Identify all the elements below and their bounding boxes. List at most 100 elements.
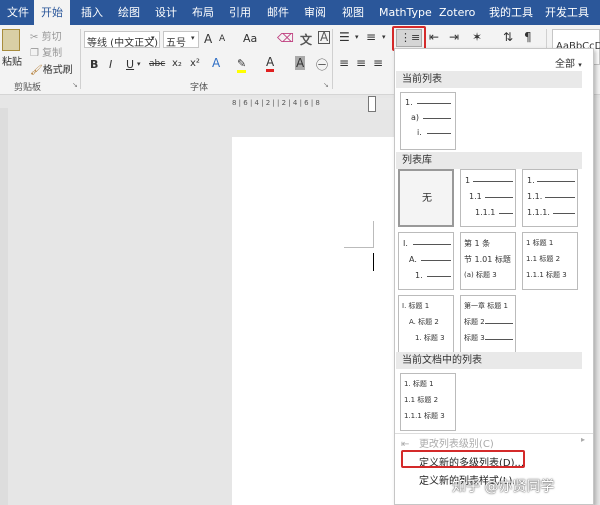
numbering-icon[interactable]: ≡ [366,30,376,44]
underline-button[interactable]: U [126,58,134,71]
paste-button[interactable]: 粘贴 [2,53,22,68]
current-list-item[interactable]: 1. a) i. [400,92,456,150]
clipboard-launcher-icon[interactable]: ↘ [72,81,78,89]
sort-icon[interactable]: ⇅ [503,30,513,44]
list-library-item-1[interactable]: 1 1.1 1.1.1 [460,169,516,227]
scissors-icon: ✂ [30,32,39,43]
watermark: 知乎 @亦贤同学 [452,479,555,495]
increase-indent-icon[interactable]: ⇥ [449,30,459,44]
superscript-button[interactable]: x² [190,58,200,69]
list-line [485,339,513,340]
chevron-down-icon[interactable]: ▾ [382,33,386,41]
indent-marker[interactable] [368,96,376,112]
tab-file[interactable]: 文件 [2,0,34,25]
list-level-label: a) [411,113,420,122]
text-effects-icon[interactable]: A [212,56,220,70]
grow-font-button[interactable]: A [204,32,212,46]
bold-button[interactable]: B [90,58,98,71]
document-list-item[interactable]: 1. 标题 1 1.1 标题 2 1.1.1 标题 3 [400,373,456,431]
vertical-ruler[interactable] [0,108,8,505]
tab-zotero[interactable]: Zotero [434,0,480,25]
font-launcher-icon[interactable]: ↘ [323,81,329,89]
font-color-button[interactable]: A [266,56,275,72]
list-library-item-2[interactable]: 1. 1.1. 1.1.1. [522,169,578,227]
highlight-icon[interactable]: ✎ [237,57,247,73]
format-painter-button[interactable]: 🖌格式刷 [30,61,73,76]
tab-my-tools[interactable]: 我的工具 [484,0,538,25]
list-line [427,133,451,134]
enclose-char-icon[interactable]: ㊀ [316,56,328,73]
char-shading-icon[interactable]: A [295,56,306,70]
tab-review[interactable]: 审阅 [299,0,331,25]
change-case-button[interactable]: Aa [243,32,257,45]
list-level-label: 节 1.01 标题 [464,255,511,264]
list-line [485,323,513,324]
list-level-label: 标题 3 [464,334,485,342]
list-level-label: 1 [465,176,471,185]
list-level-label: 1.1 标题 2 [404,396,439,404]
cut-button[interactable]: ✂ 剪切 [30,28,62,43]
shrink-font-button[interactable]: A [219,34,225,44]
list-library-item-3[interactable]: I. A. 1. [398,232,454,290]
char-border-icon[interactable]: A [318,31,331,44]
chinese-layout-icon[interactable]: ✶ [472,30,482,44]
chevron-down-icon[interactable]: ▾ [355,33,359,41]
tab-view[interactable]: 视图 [337,0,369,25]
list-library-item-4[interactable]: 第 1 条 节 1.01 标题 (a) 标题 3 [460,232,516,290]
list-level-label: 1.1.1 [475,208,496,217]
paste-icon[interactable] [2,29,20,51]
copy-button[interactable]: ❐ 复制 [30,44,62,59]
align-center-icon[interactable]: ≡ [356,56,366,70]
divider [395,433,593,434]
list-level-label: 1. [415,271,423,280]
copy-icon: ❐ [30,48,39,59]
list-level-label: i. [417,128,422,137]
show-marks-icon[interactable]: ¶ [524,30,532,44]
list-level-label: 1.1 [469,192,482,201]
chevron-down-icon[interactable]: ▾ [137,60,141,68]
define-multilevel-highlight [401,450,525,468]
list-line [423,118,451,119]
tab-developer[interactable]: 开发工具 [540,0,594,25]
tab-insert[interactable]: 插入 [76,0,108,25]
list-library-none[interactable]: 无 [398,169,454,227]
font-name-select[interactable]: 等线 (中文正文) ▾ [84,31,160,49]
tab-references[interactable]: 引用 [224,0,256,25]
list-library-item-5[interactable]: 1 标题 1 1.1 标题 2 1.1.1 标题 3 [522,232,578,290]
decrease-indent-icon[interactable]: ⇤ [429,30,439,44]
clipboard-group-label: 剪贴板 [14,83,42,93]
none-label: 无 [422,193,432,204]
tab-mathtype[interactable]: MathType [374,0,437,25]
phonetic-guide-icon[interactable]: 文 [300,31,312,48]
list-level-label: 第 1 条 [464,239,491,248]
subscript-button[interactable]: x₂ [172,58,182,69]
font-size-select[interactable]: 五号 ▾ [163,31,199,49]
tab-layout[interactable]: 布局 [187,0,219,25]
bullets-icon[interactable]: ☰ [339,30,350,44]
list-line [499,213,513,214]
list-level-label: 标题 2 [464,318,485,326]
clear-format-icon[interactable]: ⌫ [277,31,294,45]
align-left-icon[interactable]: ≡ [339,56,349,70]
list-level-label: 1. 标题 1 [404,380,434,388]
margin-marker [344,247,374,248]
strikethrough-button[interactable]: abc [149,59,165,69]
tab-home[interactable]: 开始 [34,0,70,25]
change-list-level-item[interactable]: ⇤ 更改列表级别(C) [401,435,494,450]
align-right-icon[interactable]: ≡ [373,56,383,70]
list-level-label: 1.1.1 标题 3 [404,412,445,420]
list-level-label: 1. 标题 3 [415,334,445,342]
list-line [545,197,575,198]
list-level-label: 1.1. [527,192,543,201]
tab-design[interactable]: 设计 [150,0,182,25]
tab-draw[interactable]: 绘图 [113,0,145,25]
filter-select[interactable]: 全部 ▾ [555,55,582,70]
tab-mailings[interactable]: 邮件 [262,0,294,25]
italic-button[interactable]: I [109,58,112,71]
list-library-item-7[interactable]: 第一章 标题 1 标题 2 标题 3 [460,295,516,353]
text-cursor [373,253,374,271]
list-level-label: 第一章 标题 1 [464,302,508,310]
list-library-item-6[interactable]: I. 标题 1 A. 标题 2 1. 标题 3 [398,295,454,353]
brush-icon: 🖌 [30,65,43,76]
list-line [473,181,513,182]
